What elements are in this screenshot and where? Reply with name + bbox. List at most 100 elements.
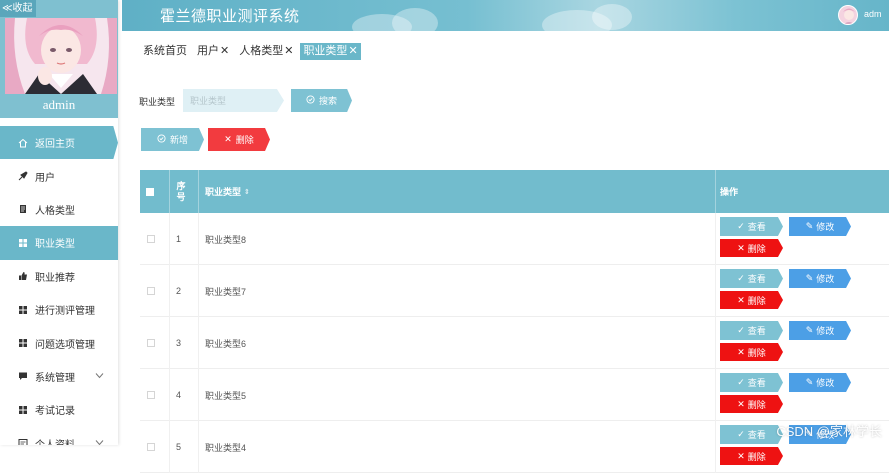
search-button[interactable]: 搜索 [291, 89, 352, 112]
delete-button[interactable]: ✕ 删除 [720, 395, 783, 413]
edit-button[interactable]: ✎ 修改 [789, 321, 851, 340]
delete-button[interactable]: ✕ 删除 [720, 343, 783, 361]
delete-button[interactable]: ✕ 删除 [720, 447, 783, 465]
sidebar-item-label: 系统管理 [35, 369, 75, 384]
edit-button[interactable]: ✎ 修改 [789, 269, 851, 288]
sort-icon[interactable]: ⇕ [244, 188, 250, 196]
close-icon: ✕ [737, 243, 745, 254]
collapse-button[interactable]: ≪收起 [0, 0, 36, 17]
home-icon [18, 138, 28, 148]
check-circle-icon [306, 95, 315, 106]
row-checkbox[interactable] [147, 421, 155, 473]
row-career-type: 职业类型7 [205, 265, 246, 317]
close-icon: ✕ [737, 347, 745, 358]
avatar [5, 18, 117, 94]
delete-button[interactable]: ✕ 删除 [720, 291, 783, 309]
view-button[interactable]: ✓ 查看 [720, 321, 783, 340]
thumbs-up-icon [18, 271, 28, 281]
batch-delete-button[interactable]: ✕ 删除 [208, 128, 270, 151]
close-icon: ✕ [737, 295, 745, 306]
sidebar-item-label: 职业类型 [35, 235, 75, 250]
sidebar-item-label: 返回主页 [35, 135, 75, 150]
close-icon: ✕ [224, 134, 232, 145]
sidebar-item-system-manage[interactable]: 系统管理 [0, 360, 118, 393]
close-icon[interactable]: ✕ [348, 45, 357, 57]
top-header: 霍兰德职业测评系统 adm [122, 0, 889, 31]
sidebar-profile: ≪收起 admin [0, 0, 118, 118]
check-circle-icon [157, 134, 166, 145]
tab-users[interactable]: 用户✕ [194, 43, 232, 60]
table-header: 序号 职业类型⇕ 操作 [140, 170, 889, 213]
row-checkbox[interactable] [147, 317, 155, 369]
view-button[interactable]: ✓ 查看 [720, 425, 783, 444]
sidebar-item-career-recommend[interactable]: 职业推荐 [0, 260, 118, 293]
add-button[interactable]: 新增 [141, 128, 204, 151]
sidebar-item-home[interactable]: 返回主页 [0, 126, 118, 159]
edit-button[interactable]: ✎ 修改 [789, 373, 851, 392]
sidebar-item-profile[interactable]: 个人资料 [0, 427, 118, 445]
sidebar-item-assessment-manage[interactable]: 进行测评管理 [0, 293, 118, 326]
tab-personality-type[interactable]: 人格类型✕ [236, 43, 296, 60]
close-icon: ✕ [737, 399, 745, 410]
sidebar-item-label: 考试记录 [35, 402, 75, 417]
row-checkbox[interactable] [147, 213, 155, 265]
sidebar-item-label: 用户 [35, 169, 55, 184]
system-title: 霍兰德职业测评系统 [160, 5, 300, 26]
header-index: 序号 [174, 170, 188, 213]
sidebar-menu: 返回主页 用户 人格类型 职业类型 职业推荐 [0, 126, 118, 445]
table-row: 1 职业类型8 ✓ 查看 ✎ 修改 ✕ 删除 [140, 213, 889, 265]
row-index: 5 [176, 421, 181, 473]
edit-icon: ✎ [806, 221, 814, 232]
search-input[interactable] [183, 89, 284, 112]
sidebar-item-career-type[interactable]: 职业类型 [0, 226, 118, 259]
row-index: 3 [176, 317, 181, 369]
sidebar-item-personality-type[interactable]: 人格类型 [0, 193, 118, 226]
table-row: 2 职业类型7 ✓ 查看 ✎ 修改 ✕ 删除 [140, 265, 889, 317]
table-row: 4 职业类型5 ✓ 查看 ✎ 修改 ✕ 删除 [140, 369, 889, 421]
chevron-down-icon [95, 372, 104, 381]
grid-icon [18, 238, 28, 248]
edit-button[interactable]: ✎ 修改 [789, 217, 851, 236]
search-label: 职业类型 [139, 95, 175, 108]
header-career-type[interactable]: 职业类型⇕ [205, 170, 250, 213]
edit-icon: ✎ [806, 325, 814, 336]
user-name[interactable]: adm [864, 9, 882, 19]
delete-button[interactable]: ✕ 删除 [720, 239, 783, 257]
check-icon: ✓ [737, 221, 745, 232]
row-checkbox[interactable] [147, 265, 155, 317]
sidebar: ≪收起 admin 返回主页 用户 人格类型 职业类型 [0, 0, 118, 445]
sidebar-item-label: 个人资料 [35, 436, 75, 445]
sidebar-item-question-manage[interactable]: 问题选项管理 [0, 326, 118, 359]
tab-career-type[interactable]: 职业类型✕ [300, 43, 360, 60]
pin-icon [18, 171, 28, 181]
check-icon: ✓ [737, 273, 745, 284]
watermark: CSDN @家林学长 [776, 421, 882, 440]
close-icon: ✕ [737, 451, 745, 462]
row-index: 2 [176, 265, 181, 317]
sidebar-item-exam-record[interactable]: 考试记录 [0, 393, 118, 426]
sidebar-item-label: 问题选项管理 [35, 336, 95, 351]
sidebar-item-label: 进行测评管理 [35, 302, 95, 317]
row-checkbox[interactable] [147, 369, 155, 421]
close-icon[interactable]: ✕ [284, 45, 293, 57]
view-button[interactable]: ✓ 查看 [720, 217, 783, 236]
check-icon: ✓ [737, 377, 745, 388]
edit-icon: ✎ [806, 377, 814, 388]
view-button[interactable]: ✓ 查看 [720, 269, 783, 288]
tab-home[interactable]: 系统首页 [140, 43, 190, 60]
document-icon [18, 204, 28, 214]
form-icon [18, 438, 28, 445]
breadcrumb-tabs: 系统首页 用户✕ 人格类型✕ 职业类型✕ [140, 43, 361, 60]
user-avatar[interactable] [838, 5, 858, 25]
chevron-down-icon [95, 439, 104, 445]
grid-icon [18, 405, 28, 415]
select-all-checkbox[interactable] [146, 170, 154, 213]
row-career-type: 职业类型5 [205, 369, 246, 421]
sidebar-item-label: 人格类型 [35, 202, 75, 217]
row-career-type: 职业类型6 [205, 317, 246, 369]
row-index: 1 [176, 213, 181, 265]
sidebar-item-users[interactable]: 用户 [0, 159, 118, 192]
view-button[interactable]: ✓ 查看 [720, 373, 783, 392]
admin-name: admin [0, 97, 118, 113]
close-icon[interactable]: ✕ [220, 45, 229, 57]
